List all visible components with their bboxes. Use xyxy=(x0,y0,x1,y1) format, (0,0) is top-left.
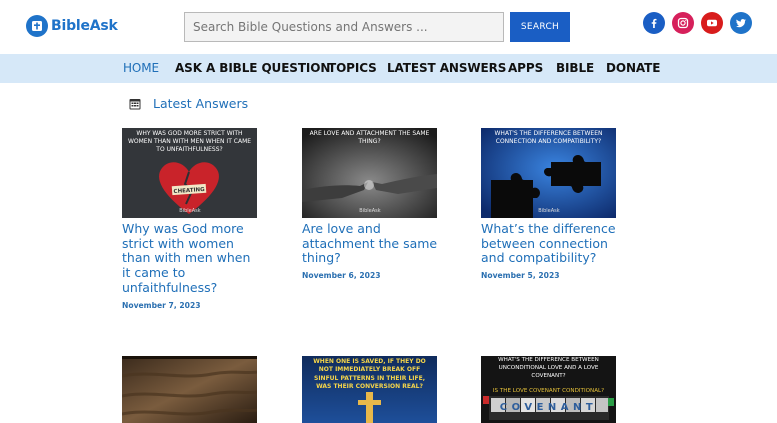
main-nav: HOME ASK A BIBLE QUESTION TOPICS LATEST … xyxy=(0,54,777,83)
calendar-icon xyxy=(129,98,141,109)
bible-logo-icon xyxy=(26,15,48,37)
nav-item-ask-question[interactable]: ASK A BIBLE QUESTION xyxy=(175,61,330,75)
article-card[interactable]: WHAT'S THE DIFFERENCE BETWEEN CONNECTION… xyxy=(481,128,617,280)
article-thumbnail[interactable]: WHEN ONE IS SAVED, IF THEY DO NOT IMMEDI… xyxy=(302,356,437,423)
image-subcaption: IS THE LOVE COVENANT CONDITIONAL? xyxy=(493,388,604,394)
article-date: November 7, 2023 xyxy=(122,300,201,310)
article-thumbnail[interactable] xyxy=(122,356,257,423)
image-caption: WHEN ONE IS SAVED, IF THEY DO NOT IMMEDI… xyxy=(313,358,426,391)
article-card[interactable]: ARE LOVE AND ATTACHMENT THE SAME THING? … xyxy=(302,128,438,280)
article-date: November 6, 2023 xyxy=(302,271,381,281)
facebook-icon[interactable] xyxy=(643,12,665,34)
image-caption: WHAT'S THE DIFFERENCE BETWEEN CONNECTION… xyxy=(494,130,603,145)
article-title[interactable]: What’s the difference between connection… xyxy=(481,221,617,266)
nav-item-apps[interactable]: APPS xyxy=(508,61,543,75)
image-caption: WHY WAS GOD MORE STRICT WITH WOMEN THAN … xyxy=(127,130,252,153)
section-title: Latest Answers xyxy=(153,96,249,111)
nav-item-home[interactable]: HOME xyxy=(123,61,159,75)
article-thumbnail[interactable]: CHEATING WHY WAS GOD MORE STRICT WITH WO… xyxy=(122,128,257,218)
article-thumbnail[interactable]: ARE LOVE AND ATTACHMENT THE SAME THING? … xyxy=(302,128,437,218)
site-header: BibleAsk SEARCH xyxy=(0,0,777,54)
image-caption: WHAT'S THE DIFFERENCE BETWEEN UNCONDITIO… xyxy=(498,357,599,379)
image-word: COVENANT xyxy=(500,402,597,413)
latest-answers-heading: Latest Answers xyxy=(129,96,248,111)
article-title[interactable]: Why was God more strict with women than … xyxy=(122,221,258,296)
watermark-text: BibleAsk xyxy=(179,208,200,214)
search-button[interactable]: SEARCH xyxy=(510,12,570,42)
brand-name: BibleAsk xyxy=(51,18,118,34)
youtube-icon[interactable] xyxy=(701,12,723,34)
watermark-text: BibleAsk xyxy=(359,208,380,214)
article-title[interactable]: Are love and attachment the same thing? xyxy=(302,221,438,266)
image-caption: ARE LOVE AND ATTACHMENT THE SAME THING? xyxy=(309,130,430,145)
nav-item-topics[interactable]: TOPICS xyxy=(328,61,377,75)
site-logo[interactable]: BibleAsk xyxy=(26,15,118,37)
twitter-icon[interactable] xyxy=(730,12,752,34)
article-thumbnail[interactable]: WHAT'S THE DIFFERENCE BETWEEN CONNECTION… xyxy=(481,128,616,218)
article-card[interactable]: CHEATING WHY WAS GOD MORE STRICT WITH WO… xyxy=(122,128,258,310)
instagram-icon[interactable] xyxy=(672,12,694,34)
article-date: November 5, 2023 xyxy=(481,271,560,281)
watermark-text: BibleAsk xyxy=(538,208,559,214)
nav-item-latest-answers[interactable]: LATEST ANSWERS xyxy=(387,61,506,75)
nav-item-bible[interactable]: BIBLE xyxy=(556,61,594,75)
search-input[interactable] xyxy=(184,12,504,42)
nav-item-donate[interactable]: DONATE xyxy=(606,61,660,75)
article-thumbnail[interactable]: WHAT'S THE DIFFERENCE BETWEEN UNCONDITIO… xyxy=(481,356,616,423)
